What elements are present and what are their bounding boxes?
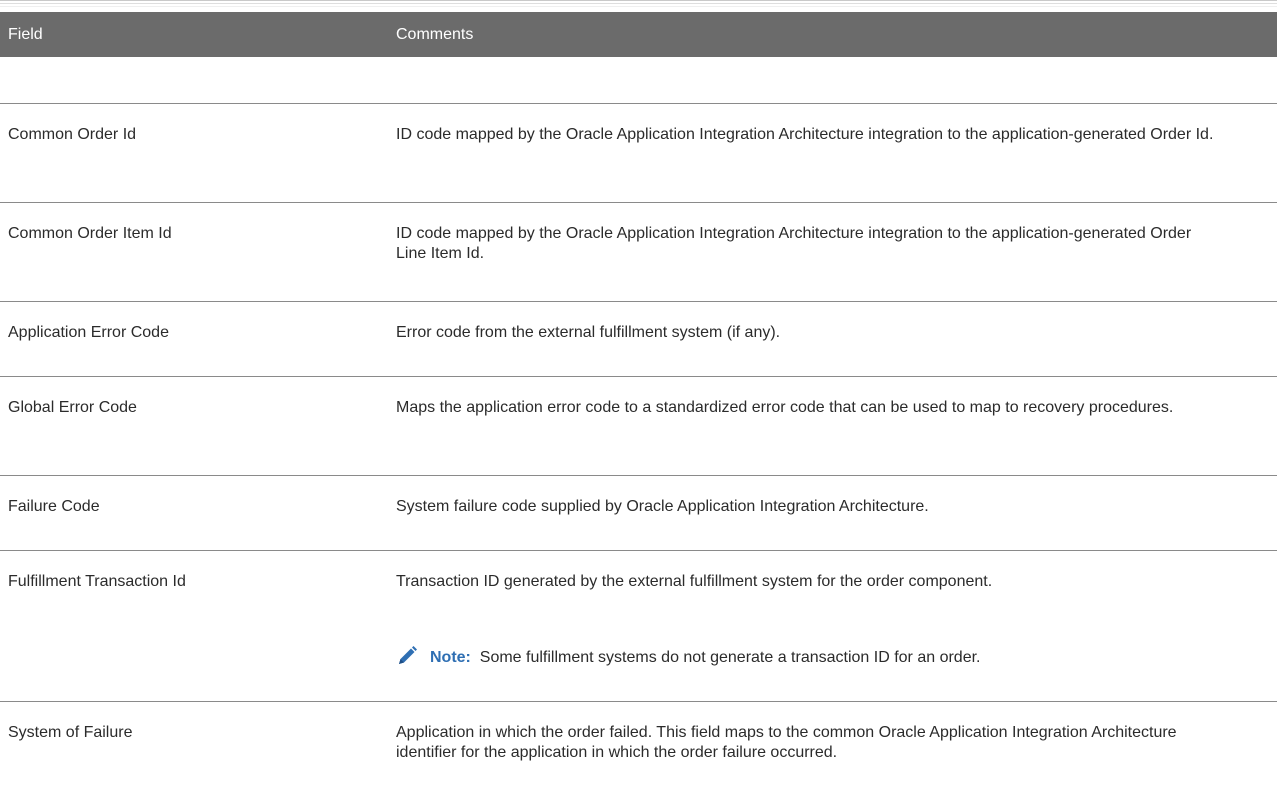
field-comment: ID code mapped by the Oracle Application… [396,126,1214,143]
field-comment: Application in which the order failed. T… [396,724,1177,761]
table-row: Application Error Code Error code from t… [0,302,1277,377]
field-comment: ID code mapped by the Oracle Application… [396,225,1192,262]
field-comment: System failure code supplied by Oracle A… [396,498,929,515]
note-text: Some fulfillment systems do not generate… [479,649,981,667]
header-comments: Comments [396,26,474,43]
field-comment: Transaction ID generated by the external… [396,573,993,590]
empty-row [0,57,1277,104]
field-name: Global Error Code [8,399,137,416]
table-row: Common Order Item Id ID code mapped by t… [0,203,1277,302]
fields-table: Field Comments Common Order Id ID code m… [0,12,1277,800]
field-name: System of Failure [8,724,133,741]
pencil-icon [396,645,418,667]
table-row: Failure Code System failure code supplie… [0,476,1277,551]
top-divider [0,0,1277,8]
field-name: Failure Code [8,498,100,515]
note-label: Note: [430,649,471,667]
field-name: Common Order Id [8,126,137,143]
field-name: Fulfillment Transaction Id [8,573,186,590]
field-name: Common Order Item Id [8,225,172,242]
table-header: Field Comments [0,12,1277,57]
field-comment: Error code from the external fulfillment… [396,324,781,341]
field-name: Application Error Code [8,324,169,341]
table-row: Common Order Id ID code mapped by the Or… [0,104,1277,203]
table-row: Fulfillment Transaction Id Transaction I… [0,551,1277,702]
header-field: Field [8,26,43,43]
table-row: System of Failure Application in which t… [0,702,1277,800]
table-row: Global Error Code Maps the application e… [0,377,1277,476]
note-callout: Note: Some fulfillment systems do not ge… [396,645,981,669]
field-comment: Maps the application error code to a sta… [396,399,1174,416]
